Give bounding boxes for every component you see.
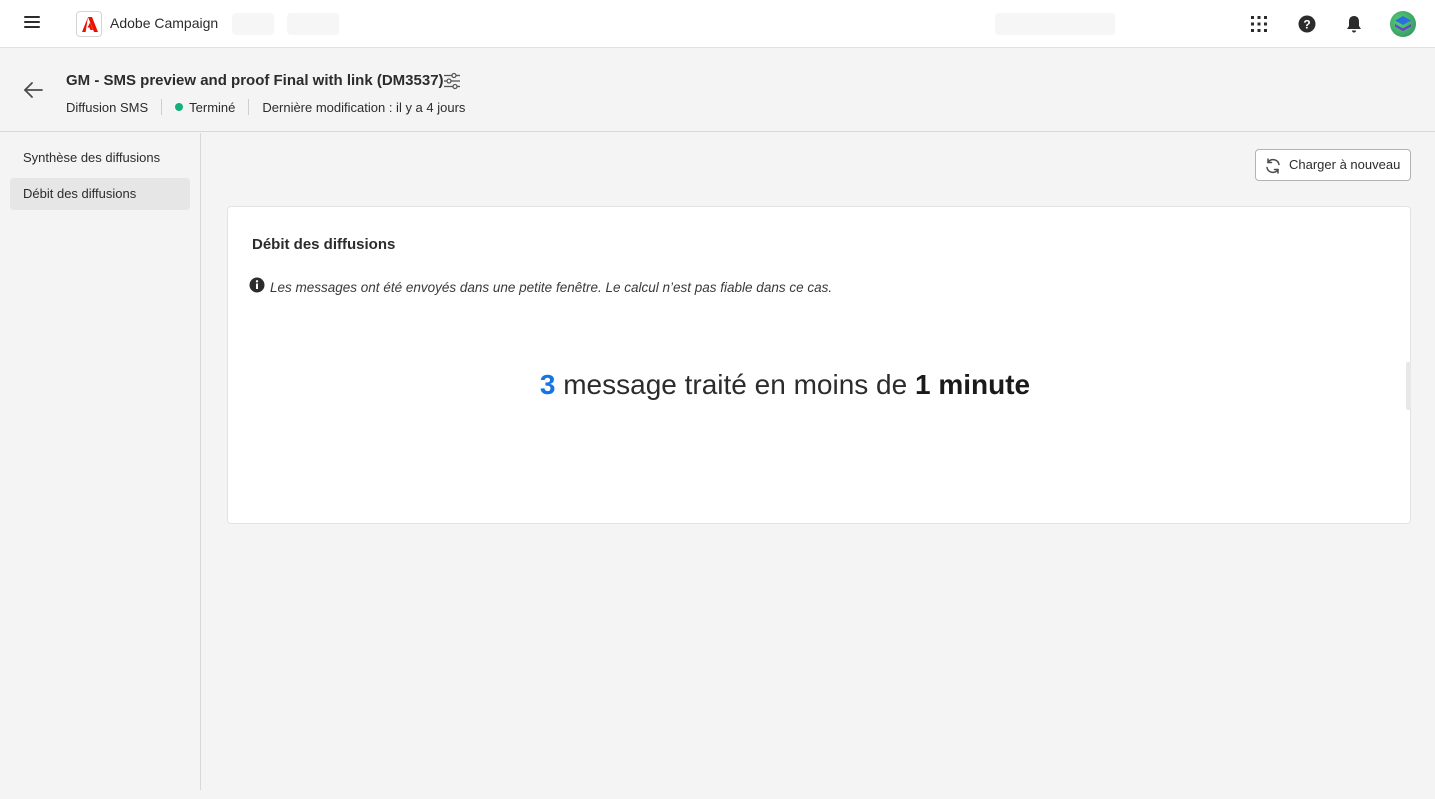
back-arrow-icon[interactable] — [22, 80, 44, 100]
menu-icon[interactable] — [24, 16, 40, 30]
divider — [161, 99, 163, 115]
delivery-meta: Diffusion SMS Terminé Dernière modificat… — [66, 99, 465, 115]
page-title: GM - SMS preview and proof Final with li… — [66, 72, 444, 89]
status-dot-icon — [175, 103, 184, 111]
notification-bell-icon[interactable] — [1344, 14, 1364, 34]
reload-button[interactable]: Charger à nouveau — [1255, 149, 1411, 181]
message-count: 3 — [539, 369, 556, 400]
help-icon[interactable]: ? — [1297, 14, 1317, 34]
last-modified: Dernière modification : il y a 4 jours — [262, 99, 466, 115]
blurred-search — [995, 13, 1115, 35]
throughput-card: Débit des diffusions Les messages ont ét… — [227, 206, 1411, 524]
duration-value: 1 minute — [914, 369, 1031, 400]
summary-text: message traité en moins de — [563, 369, 908, 400]
sidebar-item-delivery-summary[interactable]: Synthèse des diffusions — [10, 142, 190, 174]
info-message: Les messages ont été envoyés dans une pe… — [270, 280, 833, 295]
status-badge: Terminé — [189, 99, 236, 115]
svg-text:?: ? — [1303, 18, 1310, 32]
sidebar: Synthèse des diffusions Débit des diffus… — [0, 133, 201, 790]
blurred-nav-item — [232, 13, 274, 35]
refresh-icon — [1266, 158, 1280, 174]
app-title[interactable]: Adobe Campaign — [110, 15, 218, 31]
card-title: Débit des diffusions — [252, 236, 396, 253]
top-bar: Adobe Campaign ? — [0, 0, 1435, 48]
throughput-summary: 3 message traité en moins de 1 minute — [228, 369, 1342, 401]
reload-button-label: Charger à nouveau — [1289, 157, 1401, 172]
divider — [248, 99, 250, 115]
delivery-type: Diffusion SMS — [66, 99, 149, 115]
info-icon — [249, 277, 265, 293]
blurred-nav-item — [287, 13, 339, 35]
adobe-logo-icon[interactable] — [76, 11, 102, 37]
app-switcher-icon[interactable] — [1249, 14, 1269, 34]
sidebar-item-delivery-throughput[interactable]: Débit des diffusions — [10, 178, 190, 210]
avatar[interactable] — [1390, 11, 1416, 37]
scrollbar[interactable] — [1406, 362, 1411, 410]
properties-sliders-icon[interactable] — [443, 72, 461, 90]
page-header: GM - SMS preview and proof Final with li… — [0, 49, 1435, 132]
